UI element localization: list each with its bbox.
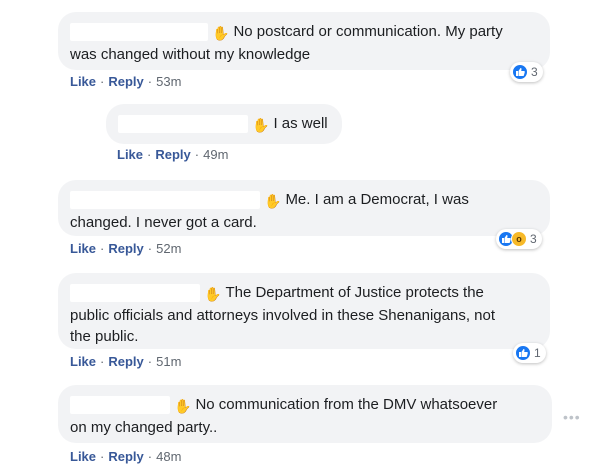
reaction-count: 3 (531, 65, 538, 79)
reply-link[interactable]: Reply (108, 241, 143, 256)
reply-link[interactable]: Reply (108, 354, 143, 369)
like-thumb-icon (515, 345, 531, 361)
reaction-count: 1 (534, 346, 541, 360)
like-link[interactable]: Like (70, 449, 96, 464)
separator: · (100, 354, 105, 369)
timestamp[interactable]: 52m (156, 241, 181, 256)
separator: · (147, 354, 153, 369)
reaction-count: 3 (530, 232, 537, 246)
separator: · (100, 74, 105, 89)
separator: · (147, 449, 153, 464)
reaction-summary[interactable]: 1 (513, 343, 546, 363)
raised-hand-icon: ✋ (212, 25, 230, 41)
comment-actions: Like · Reply · 53m (70, 74, 181, 90)
comment-text-line: public officials and attorneys involved … (70, 307, 496, 324)
comment-actions: Like · Reply · 52m (70, 241, 181, 257)
separator: · (100, 241, 105, 256)
reaction-summary[interactable]: o 3 (496, 229, 542, 249)
comment-bubble: ✋ I as well (106, 104, 342, 144)
comment-text: ✋ The Department of Justice protects the (70, 282, 538, 305)
separator: · (100, 449, 105, 464)
raised-hand-icon: ✋ (252, 117, 270, 133)
separator: · (147, 147, 152, 162)
comment-actions: Like · Reply · 49m (117, 147, 228, 163)
timestamp[interactable]: 49m (203, 147, 228, 162)
comment-text: ✋ I as well (118, 113, 330, 136)
author-name-redacted[interactable] (70, 23, 208, 42)
reply-link[interactable]: Reply (108, 74, 143, 89)
comment-text-line: the public. (70, 328, 139, 345)
timestamp[interactable]: 48m (156, 449, 181, 464)
separator: · (194, 147, 200, 162)
timestamp[interactable]: 51m (156, 354, 181, 369)
comment-actions: Like · Reply · 48m (70, 449, 181, 465)
like-thumb-icon (512, 64, 528, 80)
separator: · (147, 241, 153, 256)
like-link[interactable]: Like (70, 241, 96, 256)
comment-actions: Like · Reply · 51m (70, 354, 181, 370)
comment-bubble: ✋ Me. I am a Democrat, I was changed. I n… (58, 180, 550, 236)
comment-text-line: was changed without my knowledge (70, 46, 311, 63)
raised-hand-icon: ✋ (264, 193, 282, 209)
like-link[interactable]: Like (70, 354, 96, 369)
comment-text-line: on my changed party.. (70, 419, 218, 436)
comment-text: ✋ Me. I am a Democrat, I was (70, 189, 538, 212)
separator: · (147, 74, 153, 89)
author-name-redacted[interactable] (70, 191, 260, 210)
comment-bubble: ✋ No communication from the DMV whatsoeve… (58, 385, 552, 443)
more-options-icon[interactable]: ••• (563, 409, 581, 425)
comment-bubble: ✋ No postcard or communication. My party … (58, 12, 550, 70)
comment-text: ✋ No postcard or communication. My party (70, 21, 538, 44)
like-link[interactable]: Like (70, 74, 96, 89)
comment-text: ✋ No communication from the DMV whatsoeve… (70, 394, 540, 417)
author-name-redacted[interactable] (70, 396, 170, 415)
raised-hand-icon: ✋ (204, 286, 222, 302)
raised-hand-icon: ✋ (174, 398, 192, 414)
reply-link[interactable]: Reply (155, 147, 190, 162)
comment-bubble: ✋ The Department of Justice protects the … (58, 273, 550, 349)
timestamp[interactable]: 53m (156, 74, 181, 89)
reaction-summary[interactable]: 3 (510, 62, 543, 82)
author-name-redacted[interactable] (118, 115, 248, 134)
comment-text-line: changed. I never got a card. (70, 214, 257, 231)
author-name-redacted[interactable] (70, 284, 200, 303)
like-link[interactable]: Like (117, 147, 143, 162)
reply-link[interactable]: Reply (108, 449, 143, 464)
wow-face-icon: o (511, 231, 527, 247)
